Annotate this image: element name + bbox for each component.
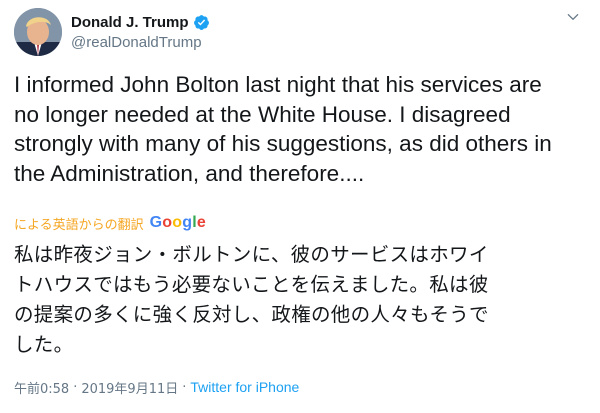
tweet-meta: 午前0:58 · 2019年9月11日 · Twitter for iPhone xyxy=(14,378,299,397)
translation-attribution: による英語からの翻訳 Google xyxy=(14,213,206,233)
google-logo: Google xyxy=(150,214,206,232)
translated-text: 私は昨夜ジョン・ボルトンに、彼のサービスはホワイ トハウスではもう必要ないことを… xyxy=(14,243,489,356)
google-logo-letter: o xyxy=(162,214,173,231)
avatar[interactable] xyxy=(14,8,62,56)
display-name[interactable]: Donald J. Trump xyxy=(71,14,189,31)
author-names: Donald J. Trump @realDonaldTrump xyxy=(71,13,210,51)
google-logo-letter: e xyxy=(196,214,206,231)
meta-separator: · xyxy=(73,379,78,395)
google-logo-letter: G xyxy=(149,214,163,231)
tweet-header: Donald J. Trump @realDonaldTrump xyxy=(14,8,586,58)
tweet-date[interactable]: 2019年9月11日 xyxy=(81,378,178,397)
meta-separator: · xyxy=(182,379,187,395)
name-row: Donald J. Trump xyxy=(71,13,210,31)
chevron-down-icon[interactable] xyxy=(566,10,580,24)
tweet-source-link[interactable]: Twitter for iPhone xyxy=(190,379,299,395)
google-logo-letter: g xyxy=(182,214,193,231)
tweet-text: I informed John Bolton last night that h… xyxy=(14,72,552,186)
tweet-time[interactable]: 午前0:58 xyxy=(14,378,69,397)
translation-label[interactable]: による英語からの翻訳 xyxy=(14,214,144,233)
avatar-image xyxy=(14,8,62,56)
verified-badge-icon xyxy=(193,14,209,30)
user-handle[interactable]: @realDonaldTrump xyxy=(71,34,210,51)
google-logo-letter: o xyxy=(172,214,183,231)
